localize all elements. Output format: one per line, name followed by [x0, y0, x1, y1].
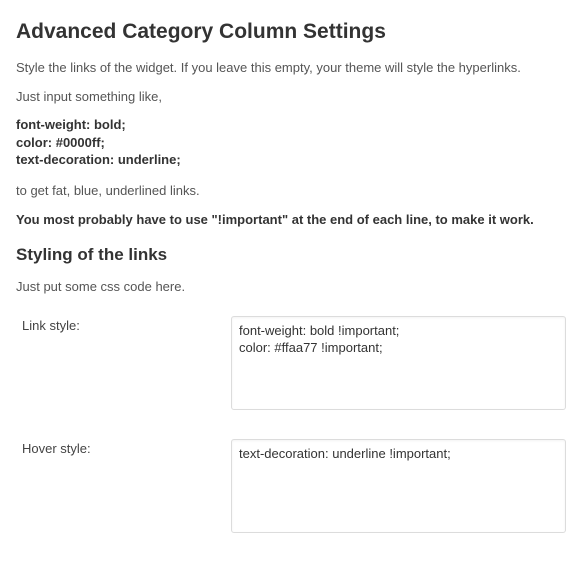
intro-text: Style the links of the widget. If you le… [16, 60, 572, 75]
hover-style-label: Hover style: [16, 439, 231, 456]
result-text: to get fat, blue, underlined links. [16, 183, 572, 198]
prompt-text: Just input something like, [16, 89, 572, 104]
example-line: color: #0000ff; [16, 135, 105, 150]
page-title: Advanced Category Column Settings [16, 20, 572, 44]
important-note: You most probably have to use "!importan… [16, 212, 572, 227]
section-description: Just put some css code here. [16, 279, 572, 294]
hover-style-input[interactable] [231, 439, 566, 533]
link-style-label: Link style: [16, 316, 231, 333]
example-line: font-weight: bold; [16, 117, 126, 132]
example-line: text-decoration: underline; [16, 152, 181, 167]
link-style-row: Link style: [16, 316, 572, 413]
link-style-input[interactable] [231, 316, 566, 410]
example-block: font-weight: bold; color: #0000ff; text-… [16, 116, 572, 169]
hover-style-row: Hover style: [16, 439, 572, 536]
section-title: Styling of the links [16, 245, 572, 265]
